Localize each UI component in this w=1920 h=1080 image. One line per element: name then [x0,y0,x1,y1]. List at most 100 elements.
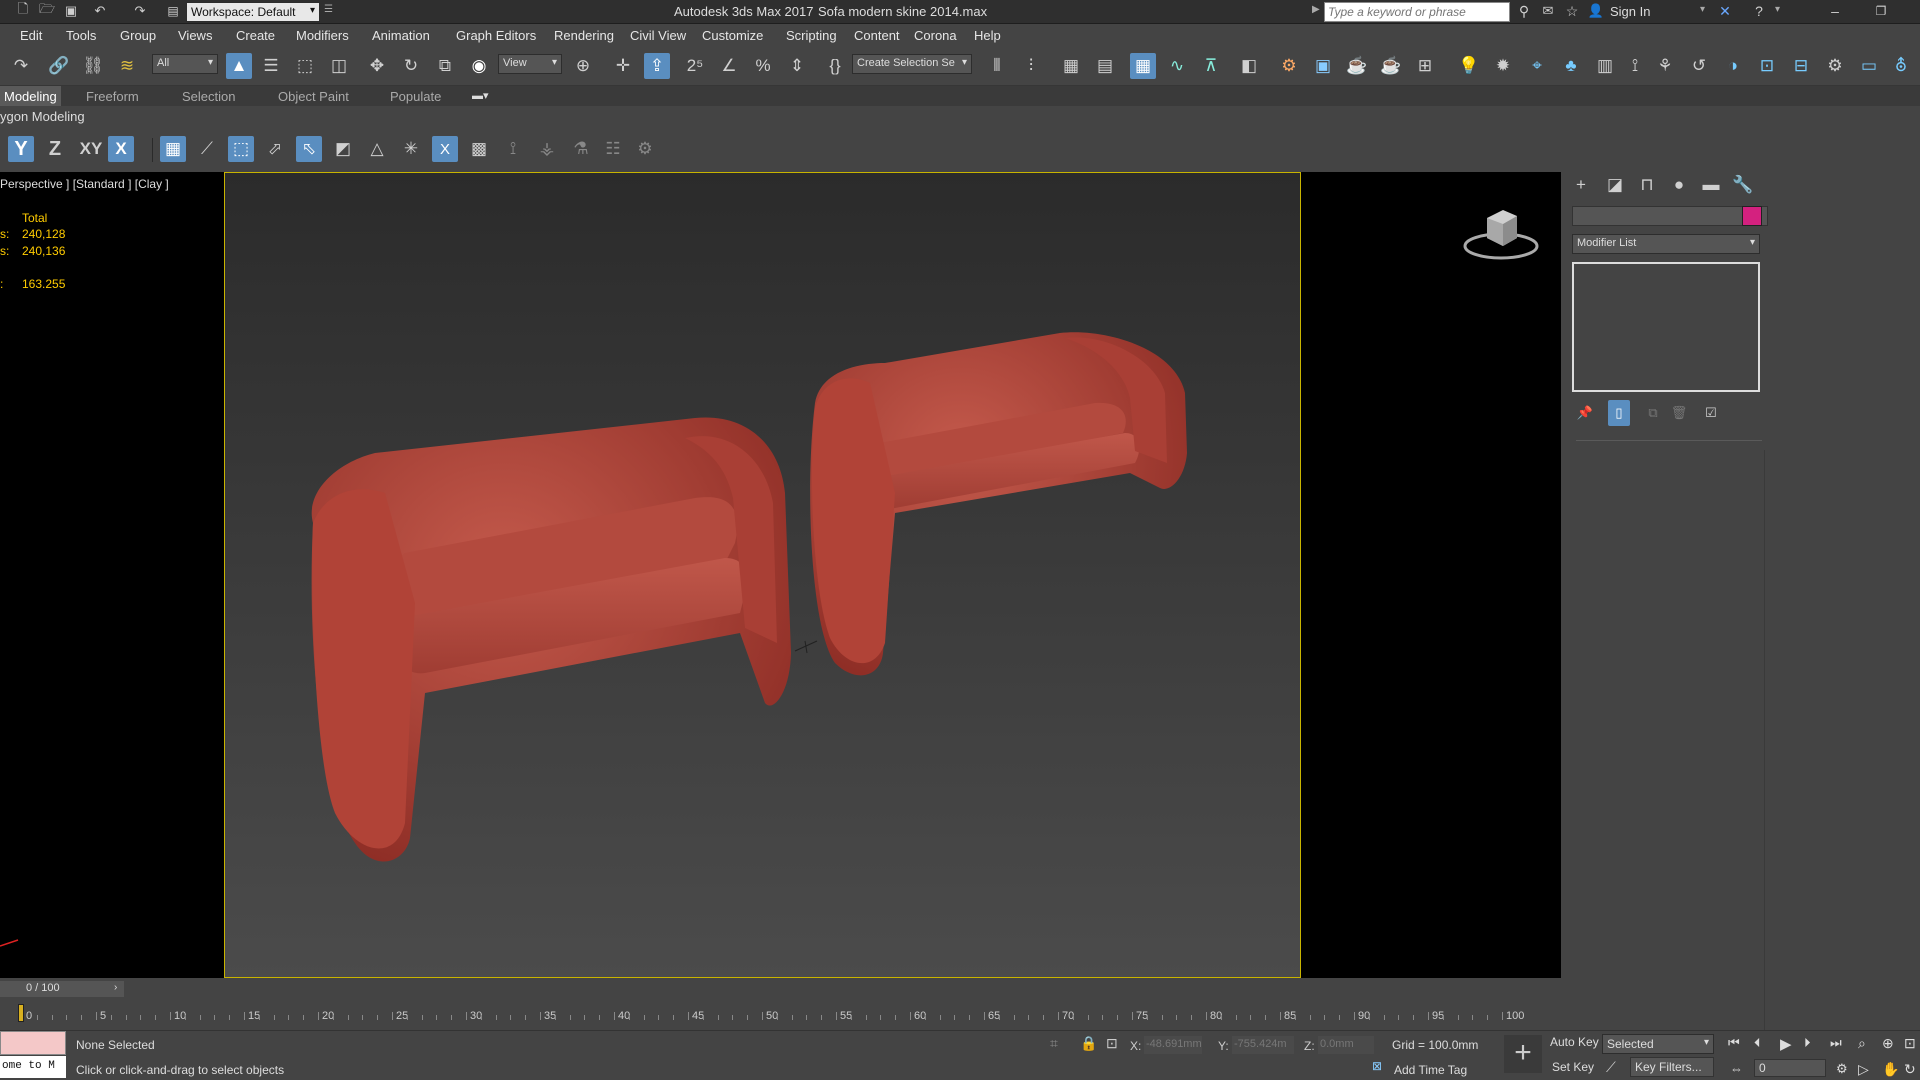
snap-constraint-icon[interactable]: X [432,136,458,162]
tab-freeform[interactable]: Freeform [86,89,139,104]
corona-decal-icon[interactable]: ⚘ [1652,53,1678,79]
corona-interactive-icon[interactable]: ⊡ [1754,53,1780,79]
menu-graph-editors[interactable]: Graph Editors [456,28,536,43]
tab-populate[interactable]: Populate [390,89,441,104]
tab-object-paint[interactable]: Object Paint [278,89,349,104]
schematic-view-icon[interactable]: ⊼ [1198,53,1224,79]
help-icon[interactable]: ? [1748,0,1770,22]
render-production-icon[interactable]: ☕ [1344,53,1370,79]
sofa-right[interactable] [810,332,1187,676]
help-dropdown-icon[interactable]: ▾ [1775,4,1780,15]
scale-icon[interactable]: ⧉ [432,53,458,79]
polygon-modeling-panel[interactable]: ygon Modeling [0,109,85,124]
snap-grid-icon[interactable]: ▦ [160,136,186,162]
time-configuration-icon[interactable]: ⚙ [1836,1061,1848,1077]
corona-light-icon[interactable]: 💡 [1456,53,1482,79]
time-tag-icon[interactable]: ⊠ [1368,1059,1386,1077]
create-tab-icon[interactable]: + [1568,172,1594,198]
keyboard-shortcut-override-icon[interactable]: ⇪ [644,53,670,79]
pan-view-icon[interactable]: ✋ [1882,1061,1899,1078]
menu-animation[interactable]: Animation [372,28,430,43]
snap-settings-icon[interactable]: ⚙ [632,136,658,162]
corona-settings-icon[interactable]: ⚙ [1822,53,1848,79]
corona-proxy-icon[interactable]: ♣ [1558,53,1584,79]
rotate-icon[interactable]: ↻ [398,53,424,79]
selection-lock-icon[interactable]: 🔒 [1080,1035,1097,1052]
set-key-big-icon[interactable]: + [1504,1035,1542,1073]
corona-camera-icon[interactable]: ⌖ [1524,53,1550,79]
spinner-snap-icon[interactable]: ⇕ [784,53,810,79]
next-frame-arrow-icon[interactable]: › [114,982,117,993]
percent-snap-icon[interactable]: % [750,53,776,79]
favorites-icon[interactable]: ☆ [1562,0,1582,22]
reference-coordinate-dropdown[interactable]: View [498,54,562,74]
viewport-label[interactable]: Perspective ] [Standard ] [Clay ] [0,177,169,191]
field-of-view-icon[interactable]: ▷ [1858,1061,1869,1078]
render-iterative-icon[interactable]: ☕ [1378,53,1404,79]
redo-icon[interactable]: ↷ [126,0,154,22]
tab-selection[interactable]: Selection [182,89,235,104]
sign-in-dropdown-icon[interactable]: ▾ [1700,4,1705,15]
modify-tab-icon[interactable]: ◪ [1602,172,1628,198]
menu-group[interactable]: Group [120,28,156,43]
configure-modifier-sets-icon[interactable]: ☑ [1698,400,1724,426]
corona-sun-icon[interactable]: ✹ [1490,53,1516,79]
menu-help[interactable]: Help [974,28,1001,43]
layer-explorer-icon[interactable]: ▤ [1092,53,1118,79]
corona-sky-icon[interactable]: ↺ [1686,53,1712,79]
selection-filter-dropdown[interactable]: All [152,54,218,74]
object-color-swatch[interactable] [1742,206,1762,226]
pivot-center-icon[interactable]: ⊕ [570,53,596,79]
absolute-mode-icon[interactable]: ⊡ [1106,1035,1118,1052]
object-name-field[interactable] [1572,206,1768,226]
snap-endpoint-icon[interactable]: ⬚ [228,136,254,162]
make-unique-icon[interactable]: ⧉ [1640,400,1666,426]
snaps-toggle-icon[interactable]: 2⁵ [682,53,708,79]
corona-vfb-icon[interactable]: ◑ [1720,53,1746,79]
minimize-icon[interactable]: – [1822,0,1848,22]
key-mode-dropdown[interactable]: Selected [1602,1034,1714,1054]
snap-perpendicular-icon[interactable]: ⟟ [500,136,526,162]
go-to-start-icon[interactable]: ⏮ [1728,1035,1740,1051]
bind-space-warp-icon[interactable]: ≋ [114,53,140,79]
select-object-icon[interactable]: ▲ [226,53,252,79]
snap-vertex-icon[interactable]: ⟋ [194,136,220,162]
menu-edit[interactable]: Edit [20,28,42,43]
unlink-icon[interactable]: ⛓ [80,53,106,79]
sofa-left[interactable] [311,417,791,862]
select-manipulate-icon[interactable]: ✛ [610,53,636,79]
viewcube-icon[interactable] [1461,202,1541,262]
hierarchy-tab-icon[interactable]: ⊓ [1634,172,1660,198]
snap-pivot-icon[interactable]: △ [364,136,390,162]
search-input[interactable] [1324,2,1510,22]
select-by-name-icon[interactable]: ☰ [258,53,284,79]
corona-converter-icon[interactable]: ▥ [1592,53,1618,79]
modifier-stack[interactable] [1572,262,1760,392]
axis-xy-button[interactable]: XY [74,136,108,162]
scene-render[interactable] [225,173,1301,978]
show-end-result-icon[interactable]: ▯ [1608,400,1630,426]
new-file-icon[interactable]: 🗋 [14,0,32,22]
exchange-icon[interactable]: ✕ [1714,0,1736,22]
add-time-tag[interactable]: Add Time Tag [1394,1063,1467,1077]
panel-scrollbar[interactable] [1764,450,1765,1030]
time-slider[interactable]: 0 / 100 › [0,981,124,997]
rectangular-selection-icon[interactable]: ⬚ [292,53,318,79]
menu-scripting[interactable]: Scripting [786,28,837,43]
mirror-icon[interactable]: ⫴ [984,53,1010,79]
render-setup-icon[interactable]: ⚙ [1276,53,1302,79]
named-selection-dropdown[interactable]: Create Selection Se [852,54,972,74]
save-icon[interactable]: ▣ [62,0,80,22]
maxscript-input[interactable]: ome to M [0,1056,66,1078]
y-coordinate-field[interactable]: -755.424m [1232,1036,1294,1054]
workspace-dropdown[interactable]: Workspace: Default [186,2,320,22]
modifier-list-dropdown[interactable]: Modifier List [1572,234,1760,254]
move-icon[interactable]: ✥ [364,53,390,79]
menu-rendering[interactable]: Rendering [554,28,614,43]
snap-edge-icon[interactable]: ⬁ [296,136,322,162]
pin-stack-icon[interactable]: 📌 [1572,400,1598,426]
project-icon[interactable]: ▤ [164,0,182,22]
x-coordinate-field[interactable]: -48.691mm [1144,1036,1202,1054]
menu-views[interactable]: Views [178,28,212,43]
corona-material-icon[interactable]: ⛢ [1888,53,1914,79]
